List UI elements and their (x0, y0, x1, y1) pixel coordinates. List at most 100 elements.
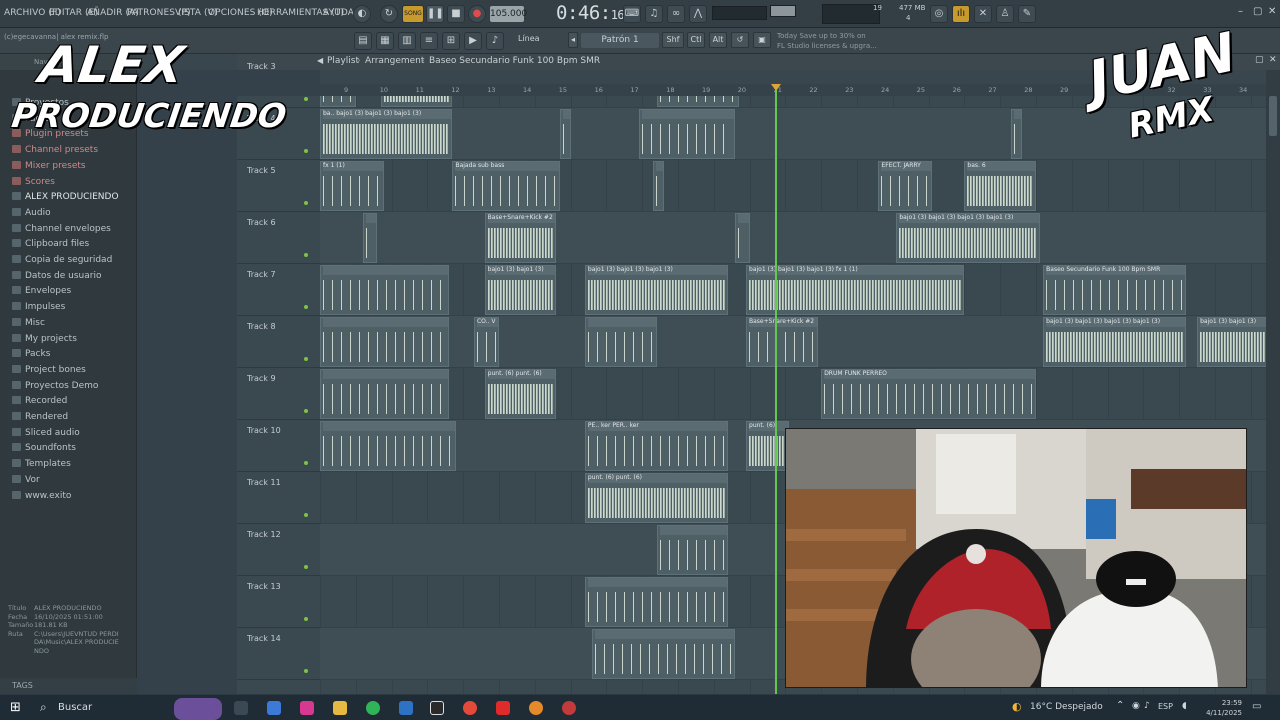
news-ticker[interactable]: Today Save up to 30% on FL Studio licens… (777, 31, 877, 51)
audio-clip[interactable] (320, 317, 449, 367)
metronome-icon[interactable]: ⋀ (689, 5, 707, 23)
youtube-icon[interactable] (496, 701, 510, 715)
tray-network-icon[interactable]: ◉ (1132, 701, 1140, 711)
browser-item[interactable]: Scores (12, 176, 55, 187)
track-mute-led-icon[interactable] (304, 669, 308, 673)
ctrl-button[interactable]: Ctl (687, 32, 705, 48)
pattern-song-toggle[interactable]: SONG (402, 5, 424, 23)
playlist-close-icon[interactable]: ✕ (1269, 55, 1277, 65)
browser-item[interactable]: Packs (12, 349, 50, 359)
browser-item[interactable]: Channel envelopes (12, 223, 111, 234)
window-close-icon[interactable]: ✕ (1268, 6, 1276, 17)
undo-icon[interactable]: ↺ (731, 32, 749, 48)
plugin-database-icon[interactable]: ♙ (996, 5, 1014, 23)
browser-item[interactable]: Datos de usuario (12, 270, 101, 281)
widget-image-icon[interactable] (174, 698, 222, 720)
instagram-icon[interactable] (300, 701, 314, 715)
snap-line-select[interactable]: Línea (518, 34, 540, 43)
track-mute-led-icon[interactable] (304, 357, 308, 361)
browser-item[interactable]: www.exito (12, 490, 71, 501)
tags-bar[interactable]: TAGS (0, 678, 137, 694)
audio-clip[interactable] (320, 265, 449, 315)
online-icon[interactable]: ◎ (930, 5, 948, 23)
obs-icon[interactable] (562, 701, 576, 715)
cut-tool-icon[interactable]: ✕ (974, 5, 992, 23)
track-mute-led-icon[interactable] (304, 461, 308, 465)
browser-item[interactable]: Misc (12, 317, 45, 328)
audio-clip[interactable]: DRUM FUNK PERREO (821, 369, 1036, 419)
copilot-icon[interactable] (267, 701, 281, 715)
spotify-icon[interactable] (366, 701, 380, 715)
playhead[interactable] (775, 88, 777, 694)
audio-clip[interactable] (652, 161, 664, 211)
track-header[interactable]: Track 13 (237, 576, 320, 628)
next-arrow-icon[interactable]: ▶ (464, 32, 482, 50)
track-lane[interactable] (320, 212, 1266, 264)
track-mute-led-icon[interactable] (304, 97, 308, 101)
audio-clip[interactable] (656, 525, 729, 575)
alt-button[interactable]: Alt (709, 32, 727, 48)
mixer-icon[interactable]: ≡ (420, 32, 438, 50)
track-mute-led-icon[interactable] (304, 409, 308, 413)
playlist-maximize-icon[interactable]: ▢ (1255, 55, 1264, 65)
audio-clip[interactable]: bajo1 (3) bajo1 (3) bajo1 (3) bajo1 (3) (1043, 317, 1187, 367)
audio-clip[interactable]: bas. 6| bas. 16 (380, 96, 453, 107)
browser-item[interactable]: Audio (12, 207, 51, 218)
typing-keyboard-icon[interactable]: ⌨ (623, 5, 641, 23)
tray-chevron-icon[interactable]: ⌃ (1116, 700, 1124, 711)
track-header[interactable]: Track 10 (237, 420, 320, 472)
track-mute-led-icon[interactable] (304, 565, 308, 569)
audio-clip[interactable]: ba.. bajo1 (3) bajo1 (3) bajo1 (3) (320, 109, 453, 159)
track-mute-led-icon[interactable] (304, 149, 308, 153)
audio-clip[interactable]: Bajada sub bass (452, 161, 560, 211)
tray-volume-icon[interactable]: ◖ (1182, 701, 1187, 711)
chrome-icon[interactable] (463, 701, 477, 715)
track-lane[interactable] (320, 108, 1266, 160)
audio-clip[interactable] (584, 577, 729, 627)
track-mute-led-icon[interactable] (304, 201, 308, 205)
audio-clip[interactable] (584, 317, 657, 367)
audio-clip[interactable]: bajo1 (3) bajo1 (3) bajo1 (3) bajo1 (3) (896, 213, 1040, 263)
browser-item[interactable]: Impulses (12, 302, 65, 312)
playlist-view-icon[interactable]: ▤ (354, 32, 372, 50)
audio-clip[interactable]: bajo1 (3) bajo1 (3) bajo1 (3) fx 1 (1) (746, 265, 965, 315)
window-maximize-icon[interactable]: ▢ (1253, 6, 1262, 17)
browser-icon[interactable]: ⊞ (442, 32, 460, 50)
browser-item[interactable]: Project bones (12, 364, 86, 375)
track-header[interactable]: Track 12 (237, 524, 320, 576)
pattern-selector[interactable]: Patrón 1 (581, 33, 659, 48)
blend-notes-icon[interactable]: ∞ (667, 5, 685, 23)
master-volume[interactable] (770, 5, 796, 17)
pause-button[interactable]: ❚❚ (426, 5, 444, 23)
audio-clip[interactable]: EFECT. JARRY (878, 161, 933, 211)
audio-clip[interactable]: bajo1 (3) bajo1 (3) (1197, 317, 1266, 367)
audio-clip[interactable]: bas. 6 (964, 161, 1036, 211)
track-header[interactable]: Track 6 (237, 212, 320, 264)
scrollbar-thumb[interactable] (1269, 96, 1277, 136)
weather-text[interactable]: 16°C Despejado (1030, 702, 1103, 712)
shift-button[interactable]: Shf (662, 32, 684, 48)
channel-rack-icon[interactable]: ▦ (376, 32, 394, 50)
browser-item[interactable]: Sliced audio (12, 427, 80, 438)
track-header[interactable]: Track 8 (237, 316, 320, 368)
audio-clip[interactable] (320, 369, 449, 419)
arrangement-selector[interactable]: Arrangement (365, 56, 424, 66)
stop-button[interactable]: ■ (447, 5, 465, 23)
fl-studio-icon[interactable] (529, 701, 543, 715)
selected-clip-name[interactable]: Baseo Secundario Funk 100 Bpm SMR (429, 56, 600, 66)
audio-clip[interactable]: Base+Snare+Kick #2 (746, 317, 818, 367)
taskbar-search-input[interactable]: Buscar (58, 700, 188, 716)
track-header[interactable]: Track 5 (237, 160, 320, 212)
tempo-display[interactable]: 105.000 (490, 6, 527, 22)
taskbar-clock[interactable]: 23:59 4/11/2025 (1198, 698, 1242, 718)
audio-clip[interactable] (362, 213, 378, 263)
audio-clip[interactable]: punt. (6) (746, 421, 789, 471)
windows-start-icon[interactable]: ⊞ (10, 700, 21, 715)
news-icon[interactable]: ▣ (753, 32, 771, 48)
browser-item[interactable]: Mixer presets (12, 160, 86, 171)
browser-item[interactable]: Envelopes (12, 286, 71, 296)
audio-clip[interactable] (735, 213, 750, 263)
playlist-vertical-scrollbar[interactable] (1266, 70, 1280, 694)
track-lane[interactable] (320, 368, 1266, 420)
task-view-icon[interactable] (234, 701, 248, 715)
